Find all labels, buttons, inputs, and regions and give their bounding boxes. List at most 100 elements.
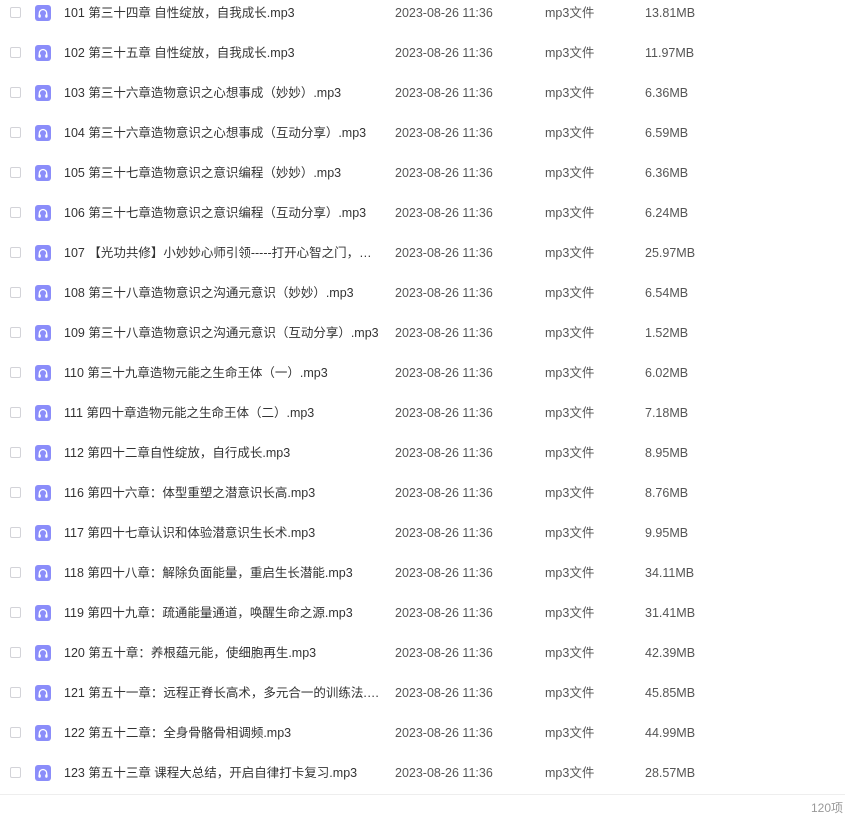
- file-modified-date: 2023-08-26 11:36: [395, 726, 493, 740]
- file-size: 8.76MB: [645, 486, 689, 500]
- row-checkbox[interactable]: [10, 647, 21, 658]
- headphones-audio-icon: [35, 205, 51, 221]
- file-type: mp3文件: [545, 286, 595, 300]
- file-row[interactable]: 112 第四十二章自性绽放，自行成长.mp3 2023-08-26 11:36 …: [0, 433, 845, 473]
- file-type: mp3文件: [545, 46, 595, 60]
- row-checkbox[interactable]: [10, 87, 21, 98]
- headphones-audio-icon: [35, 165, 51, 181]
- row-checkbox[interactable]: [10, 7, 21, 18]
- file-row[interactable]: 116 第四十六章：体型重塑之潜意识长高.mp3 2023-08-26 11:3…: [0, 473, 845, 513]
- file-name[interactable]: 120 第五十章：养根蕴元能，使细胞再生.mp3: [64, 644, 380, 662]
- file-name[interactable]: 108 第三十八章造物意识之沟通元意识（妙妙）.mp3: [64, 284, 380, 302]
- row-checkbox[interactable]: [10, 207, 21, 218]
- file-name[interactable]: 110 第三十九章造物元能之生命王体（一）.mp3: [64, 364, 380, 382]
- row-checkbox[interactable]: [10, 687, 21, 698]
- file-size: 6.24MB: [645, 206, 689, 220]
- file-row[interactable]: 104 第三十六章造物意识之心想事成（互动分享）.mp3 2023-08-26 …: [0, 113, 845, 153]
- row-checkbox[interactable]: [10, 367, 21, 378]
- headphones-audio-icon: [35, 45, 51, 61]
- file-list: 101 第三十四章 自性绽放，自我成长.mp3 2023-08-26 11:36…: [0, 0, 845, 793]
- file-name[interactable]: 101 第三十四章 自性绽放，自我成长.mp3: [64, 4, 380, 22]
- row-checkbox[interactable]: [10, 567, 21, 578]
- file-name[interactable]: 105 第三十七章造物意识之意识编程（妙妙）.mp3: [64, 164, 380, 182]
- total-item-count: 120项: [810, 801, 843, 815]
- file-name[interactable]: 121 第五十一章：远程正脊长高术，多元合一的训练法.m…: [64, 684, 380, 702]
- row-checkbox[interactable]: [10, 527, 21, 538]
- row-checkbox[interactable]: [10, 487, 21, 498]
- file-row[interactable]: 108 第三十八章造物意识之沟通元意识（妙妙）.mp3 2023-08-26 1…: [0, 273, 845, 313]
- headphones-audio-icon: [35, 245, 51, 261]
- file-row[interactable]: 120 第五十章：养根蕴元能，使细胞再生.mp3 2023-08-26 11:3…: [0, 633, 845, 673]
- row-checkbox[interactable]: [10, 287, 21, 298]
- file-size: 6.36MB: [645, 166, 689, 180]
- file-modified-date: 2023-08-26 11:36: [395, 46, 493, 60]
- file-modified-date: 2023-08-26 11:36: [395, 446, 493, 460]
- file-type: mp3文件: [545, 166, 595, 180]
- file-name[interactable]: 112 第四十二章自性绽放，自行成长.mp3: [64, 444, 380, 462]
- file-name[interactable]: 104 第三十六章造物意识之心想事成（互动分享）.mp3: [64, 124, 380, 142]
- file-row[interactable]: 103 第三十六章造物意识之心想事成（妙妙）.mp3 2023-08-26 11…: [0, 73, 845, 113]
- file-modified-date: 2023-08-26 11:36: [395, 606, 493, 620]
- file-name[interactable]: 102 第三十五章 自性绽放，自我成长.mp3: [64, 44, 380, 62]
- row-checkbox[interactable]: [10, 407, 21, 418]
- file-size: 11.97MB: [645, 46, 695, 60]
- file-modified-date: 2023-08-26 11:36: [395, 686, 493, 700]
- row-checkbox[interactable]: [10, 447, 21, 458]
- file-type: mp3文件: [545, 446, 595, 460]
- file-name[interactable]: 118 第四十八章：解除负面能量，重启生长潜能.mp3: [64, 564, 380, 582]
- file-size: 6.59MB: [645, 126, 689, 140]
- row-checkbox[interactable]: [10, 327, 21, 338]
- file-name[interactable]: 117 第四十七章认识和体验潜意识生长术.mp3: [64, 524, 380, 542]
- file-name[interactable]: 122 第五十二章：全身骨骼骨相调频.mp3: [64, 724, 380, 742]
- file-row[interactable]: 102 第三十五章 自性绽放，自我成长.mp3 2023-08-26 11:36…: [0, 33, 845, 73]
- file-row[interactable]: 119 第四十九章：疏通能量通道，唤醒生命之源.mp3 2023-08-26 1…: [0, 593, 845, 633]
- row-checkbox[interactable]: [10, 47, 21, 58]
- file-type: mp3文件: [545, 6, 595, 20]
- file-modified-date: 2023-08-26 11:36: [395, 526, 493, 540]
- file-row[interactable]: 109 第三十八章造物意识之沟通元意识（互动分享）.mp3 2023-08-26…: [0, 313, 845, 353]
- row-checkbox[interactable]: [10, 167, 21, 178]
- row-checkbox[interactable]: [10, 607, 21, 618]
- row-checkbox[interactable]: [10, 127, 21, 138]
- file-name[interactable]: 103 第三十六章造物意识之心想事成（妙妙）.mp3: [64, 84, 380, 102]
- file-name[interactable]: 119 第四十九章：疏通能量通道，唤醒生命之源.mp3: [64, 604, 380, 622]
- file-type: mp3文件: [545, 246, 595, 260]
- file-row[interactable]: 106 第三十七章造物意识之意识编程（互动分享）.mp3 2023-08-26 …: [0, 193, 845, 233]
- headphones-audio-icon: [35, 485, 51, 501]
- file-row[interactable]: 111 第四十章造物元能之生命王体（二）.mp3 2023-08-26 11:3…: [0, 393, 845, 433]
- file-row[interactable]: 117 第四十七章认识和体验潜意识生长术.mp3 2023-08-26 11:3…: [0, 513, 845, 553]
- file-type: mp3文件: [545, 86, 595, 100]
- file-size: 28.57MB: [645, 766, 696, 780]
- file-row[interactable]: 110 第三十九章造物元能之生命王体（一）.mp3 2023-08-26 11:…: [0, 353, 845, 393]
- file-name[interactable]: 123 第五十三章 课程大总结，开启自律打卡复习.mp3: [64, 764, 380, 782]
- file-row[interactable]: 122 第五十二章：全身骨骼骨相调频.mp3 2023-08-26 11:36 …: [0, 713, 845, 753]
- row-checkbox[interactable]: [10, 767, 21, 778]
- row-checkbox[interactable]: [10, 247, 21, 258]
- row-checkbox[interactable]: [10, 727, 21, 738]
- headphones-audio-icon: [35, 85, 51, 101]
- file-row[interactable]: 118 第四十八章：解除负面能量，重启生长潜能.mp3 2023-08-26 1…: [0, 553, 845, 593]
- file-name[interactable]: 109 第三十八章造物意识之沟通元意识（互动分享）.mp3: [64, 324, 380, 342]
- file-name[interactable]: 107 【光功共修】小妙妙心师引领-----打开心智之门，彰…: [64, 244, 380, 262]
- file-size: 1.52MB: [645, 326, 689, 340]
- footer-divider: [0, 794, 845, 795]
- headphones-audio-icon: [35, 445, 51, 461]
- file-row[interactable]: 101 第三十四章 自性绽放，自我成长.mp3 2023-08-26 11:36…: [0, 0, 845, 33]
- file-type: mp3文件: [545, 606, 595, 620]
- file-name[interactable]: 111 第四十章造物元能之生命王体（二）.mp3: [64, 404, 380, 422]
- file-name[interactable]: 106 第三十七章造物意识之意识编程（互动分享）.mp3: [64, 204, 380, 222]
- file-row[interactable]: 105 第三十七章造物意识之意识编程（妙妙）.mp3 2023-08-26 11…: [0, 153, 845, 193]
- file-type: mp3文件: [545, 566, 595, 580]
- file-size: 25.97MB: [645, 246, 696, 260]
- file-row[interactable]: 107 【光功共修】小妙妙心师引领-----打开心智之门，彰… 2023-08-…: [0, 233, 845, 273]
- headphones-audio-icon: [35, 405, 51, 421]
- file-row[interactable]: 123 第五十三章 课程大总结，开启自律打卡复习.mp3 2023-08-26 …: [0, 753, 845, 793]
- file-modified-date: 2023-08-26 11:36: [395, 486, 493, 500]
- file-row[interactable]: 121 第五十一章：远程正脊长高术，多元合一的训练法.m… 2023-08-26…: [0, 673, 845, 713]
- file-name[interactable]: 116 第四十六章：体型重塑之潜意识长高.mp3: [64, 484, 380, 502]
- headphones-audio-icon: [35, 685, 51, 701]
- headphones-audio-icon: [35, 285, 51, 301]
- file-type: mp3文件: [545, 726, 595, 740]
- file-type: mp3文件: [545, 766, 595, 780]
- file-modified-date: 2023-08-26 11:36: [395, 326, 493, 340]
